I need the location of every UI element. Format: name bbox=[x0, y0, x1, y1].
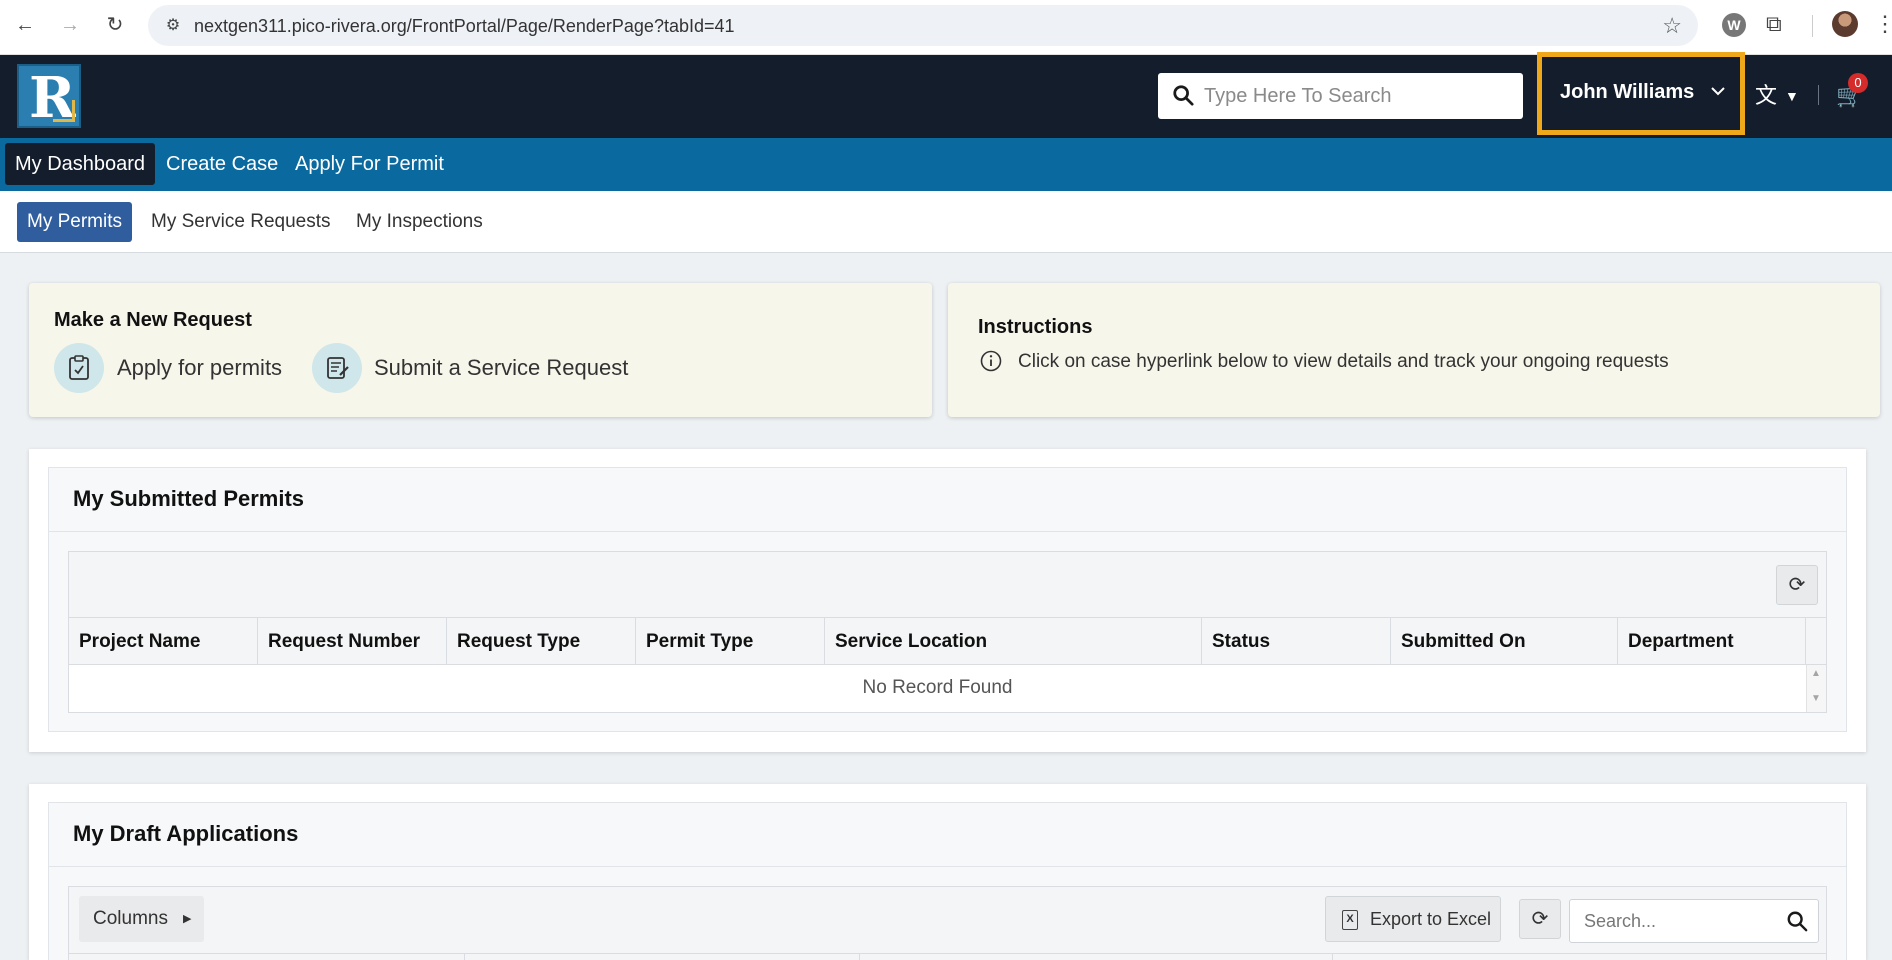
search-icon bbox=[1173, 85, 1194, 106]
excel-file-icon: X bbox=[1342, 910, 1358, 930]
col-request-type[interactable]: Request Type bbox=[447, 618, 636, 665]
url-text[interactable]: nextgen311.pico-rivera.org/FrontPortal/P… bbox=[194, 16, 735, 37]
draft-applications-panel: My Draft Applications Columns ▶ X Export… bbox=[29, 784, 1866, 960]
caret-right-icon: ▶ bbox=[183, 913, 192, 925]
cart-count-badge: 0 bbox=[1848, 73, 1868, 93]
new-request-title: Make a New Request bbox=[54, 309, 252, 331]
refresh-button[interactable]: ⟳ bbox=[1776, 565, 1818, 605]
no-record-message: No Record Found bbox=[862, 677, 1013, 698]
draft-grid-toolbar: Columns ▶ X Export to Excel ⟳ bbox=[69, 887, 1826, 953]
col-request-number[interactable]: Request Number bbox=[258, 618, 447, 665]
col-status[interactable]: Status bbox=[1202, 618, 1391, 665]
tab-my-inspections[interactable]: My Inspections bbox=[346, 202, 493, 242]
draft-refresh-button[interactable]: ⟳ bbox=[1519, 899, 1561, 939]
draft-search-box[interactable] bbox=[1569, 899, 1819, 943]
submitted-permits-title: My Submitted Permits bbox=[73, 486, 305, 511]
header-divider bbox=[1818, 85, 1819, 105]
profile-avatar[interactable] bbox=[1832, 11, 1858, 37]
logo-stripes bbox=[53, 100, 75, 122]
draft-search-input[interactable] bbox=[1584, 900, 1774, 942]
draft-applications-grid: Columns ▶ X Export to Excel ⟳ bbox=[68, 886, 1827, 960]
tab-my-service-requests[interactable]: My Service Requests bbox=[141, 202, 341, 242]
submit-service-request-link[interactable]: Submit a Service Request bbox=[374, 355, 628, 381]
translate-icon: 文 bbox=[1755, 83, 1778, 108]
draft-applications-header: My Draft Applications bbox=[49, 803, 1846, 867]
site-header: R John Williams 文 ▼ 🛒 0 bbox=[0, 52, 1892, 138]
pico-rivera-logo[interactable]: R bbox=[17, 64, 81, 130]
column-divider bbox=[859, 954, 860, 960]
address-bar[interactable]: ⚙ nextgen311.pico-rivera.org/FrontPortal… bbox=[148, 5, 1698, 46]
vertical-scrollbar[interactable]: ▲ ▼ bbox=[1806, 665, 1826, 712]
bookmark-star-icon[interactable]: ☆ bbox=[1662, 13, 1682, 39]
draft-applications-title: My Draft Applications bbox=[73, 821, 299, 846]
nav-my-dashboard[interactable]: My Dashboard bbox=[5, 143, 156, 185]
forward-arrow-icon[interactable]: → bbox=[57, 12, 83, 38]
service-request-icon-circle[interactable] bbox=[312, 343, 362, 393]
info-icon bbox=[980, 350, 1002, 372]
extension-w-icon[interactable]: W bbox=[1722, 13, 1746, 37]
apply-permit-icon-circle[interactable] bbox=[54, 343, 104, 393]
draft-applications-container: My Draft Applications Columns ▶ X Export… bbox=[48, 802, 1847, 960]
columns-label: Columns bbox=[93, 908, 168, 929]
user-name: John Williams bbox=[1560, 81, 1695, 103]
export-label: Export to Excel bbox=[1370, 909, 1492, 929]
grid-header-row: Project Name Request Number Request Type… bbox=[69, 618, 1826, 665]
main-navigation: My Dashboard Create Case Apply For Permi… bbox=[0, 138, 1892, 191]
clipboard-check-icon bbox=[69, 355, 89, 380]
instructions-text: Click on case hyperlink below to view de… bbox=[1018, 351, 1669, 372]
col-project-name[interactable]: Project Name bbox=[69, 618, 258, 665]
instructions-title: Instructions bbox=[978, 316, 1093, 338]
browser-menu-icon[interactable]: ⋮ bbox=[1874, 10, 1892, 38]
nav-create-case[interactable]: Create Case bbox=[156, 143, 288, 185]
back-arrow-icon[interactable]: ← bbox=[12, 12, 38, 38]
global-search-input[interactable] bbox=[1204, 73, 1514, 119]
chevron-down-icon bbox=[1711, 87, 1725, 96]
global-search[interactable] bbox=[1158, 73, 1523, 119]
columns-button[interactable]: Columns ▶ bbox=[79, 896, 204, 942]
scroll-down-arrow-icon[interactable]: ▼ bbox=[1811, 693, 1821, 704]
sub-navigation: My Permits My Service Requests My Inspec… bbox=[0, 191, 1892, 253]
toolbar-divider bbox=[1812, 15, 1813, 37]
site-settings-icon[interactable]: ⚙ bbox=[162, 15, 184, 37]
extensions-puzzle-icon[interactable]: ⧉ bbox=[1766, 11, 1782, 37]
grid-body: No Record Found ▲ ▼ bbox=[69, 665, 1826, 712]
document-edit-icon bbox=[327, 357, 349, 379]
apply-for-permits-link[interactable]: Apply for permits bbox=[117, 355, 282, 381]
export-to-excel-button[interactable]: X Export to Excel bbox=[1325, 896, 1501, 942]
user-menu-dropdown[interactable]: John Williams bbox=[1537, 52, 1745, 135]
nav-apply-for-permit[interactable]: Apply For Permit bbox=[285, 143, 454, 185]
browser-toolbar: ← → ↻ ⚙ nextgen311.pico-rivera.org/Front… bbox=[0, 0, 1892, 55]
col-submitted-on[interactable]: Submitted On bbox=[1391, 618, 1618, 665]
submitted-permits-grid: ⟳ Project Name Request Number Request Ty… bbox=[68, 551, 1827, 713]
reload-icon[interactable]: ↻ bbox=[102, 12, 128, 38]
language-selector[interactable]: 文 ▼ bbox=[1755, 83, 1803, 109]
scroll-up-arrow-icon[interactable]: ▲ bbox=[1811, 668, 1821, 679]
col-permit-type[interactable]: Permit Type bbox=[636, 618, 825, 665]
col-department[interactable]: Department bbox=[1618, 618, 1806, 665]
column-divider bbox=[1332, 954, 1333, 960]
caret-down-icon: ▼ bbox=[1785, 88, 1799, 104]
instructions-card: Instructions Click on case hyperlink bel… bbox=[948, 283, 1880, 417]
tab-my-permits[interactable]: My Permits bbox=[17, 202, 132, 242]
new-request-card: Make a New Request Apply for permits Sub… bbox=[29, 283, 932, 417]
search-icon[interactable] bbox=[1786, 910, 1808, 932]
submitted-permits-header: My Submitted Permits bbox=[49, 468, 1846, 532]
draft-grid-header-row bbox=[69, 953, 1826, 960]
grid-toolbar: ⟳ bbox=[69, 552, 1826, 618]
submitted-permits-panel: My Submitted Permits ⟳ Project Name Requ… bbox=[29, 449, 1866, 752]
col-service-location[interactable]: Service Location bbox=[825, 618, 1202, 665]
submitted-permits-container: My Submitted Permits ⟳ Project Name Requ… bbox=[48, 467, 1847, 732]
column-divider bbox=[464, 954, 465, 960]
